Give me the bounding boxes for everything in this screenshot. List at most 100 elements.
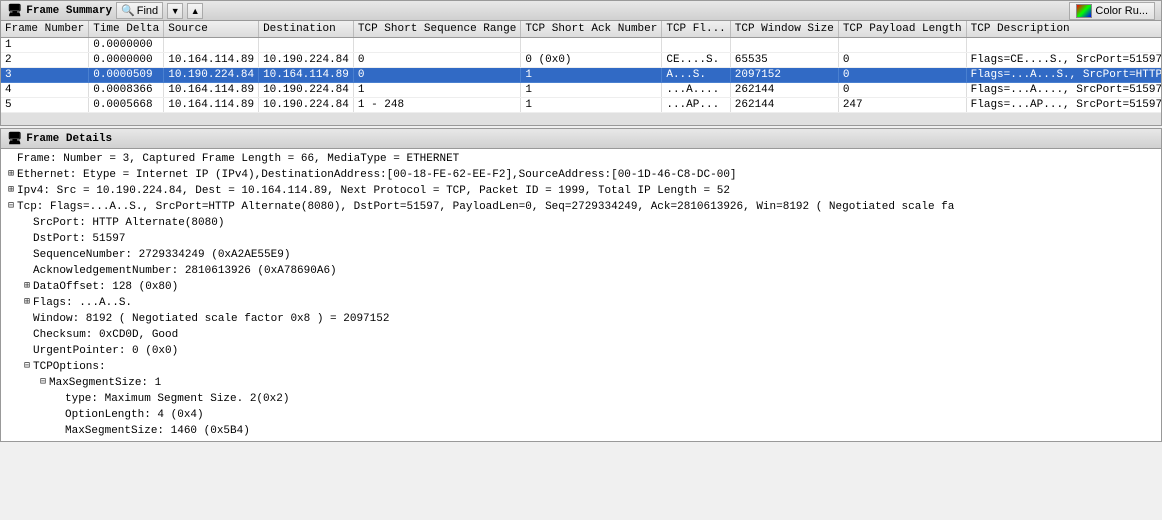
up-arrow-icon: ▲ bbox=[191, 6, 200, 16]
table-cell: 10.190.224.84 bbox=[259, 53, 354, 68]
detail-text: Ipv4: Src = 10.190.224.84, Dest = 10.164… bbox=[17, 183, 730, 199]
table-cell bbox=[730, 38, 838, 53]
table-cell: Flags=...A...S., SrcPort=HTTP Alternate(… bbox=[966, 68, 1161, 83]
table-cell: 0 (0x0) bbox=[521, 53, 662, 68]
detail-line: ⊞ Ipv4: Src = 10.190.224.84, Dest = 10.1… bbox=[5, 183, 1157, 199]
detail-line: Checksum: 0xCD0D, Good bbox=[5, 327, 1157, 343]
scroll-down-button[interactable]: ▼ bbox=[167, 3, 183, 19]
table-cell: 5 bbox=[1, 98, 89, 113]
table-cell: Flags=CE....S., SrcPort=51597, DstPort=H… bbox=[966, 53, 1161, 68]
expand-icon[interactable]: ⊞ bbox=[21, 279, 33, 295]
detail-line: SrcPort: HTTP Alternate(8080) bbox=[5, 215, 1157, 231]
detail-line: SequenceNumber: 2729334249 (0xA2AE55E9) bbox=[5, 247, 1157, 263]
table-cell: 4 bbox=[1, 83, 89, 98]
col-tcp-flags[interactable]: TCP Fl... bbox=[662, 21, 730, 38]
table-row[interactable]: 10.0000000 bbox=[1, 38, 1161, 53]
detail-line: ⊟ TCPOptions: bbox=[5, 359, 1157, 375]
indent-spacer bbox=[5, 423, 53, 439]
expand-icon[interactable]: ⊟ bbox=[21, 359, 33, 375]
frame-table-container[interactable]: Frame Number Time Delta Source Destinati… bbox=[1, 21, 1161, 113]
table-cell bbox=[353, 38, 520, 53]
table-cell: 10.164.114.89 bbox=[164, 83, 259, 98]
indent-spacer bbox=[5, 279, 21, 295]
table-row[interactable]: 50.000566810.164.114.8910.190.224.841 - … bbox=[1, 98, 1161, 113]
table-cell: 1 bbox=[521, 83, 662, 98]
table-cell: CE....S. bbox=[662, 53, 730, 68]
table-cell bbox=[662, 38, 730, 53]
indent-spacer bbox=[5, 375, 37, 391]
expand-icon[interactable]: ⊞ bbox=[5, 167, 17, 183]
table-cell: 65535 bbox=[730, 53, 838, 68]
table-cell: 247 bbox=[838, 98, 966, 113]
detail-line: type: Maximum Segment Size. 2(0x2) bbox=[5, 391, 1157, 407]
table-cell: 0 bbox=[838, 53, 966, 68]
horizontal-scrollbar[interactable] bbox=[1, 113, 1161, 125]
frame-table: Frame Number Time Delta Source Destinati… bbox=[1, 21, 1161, 113]
detail-text: OptionLength: 4 (0x4) bbox=[65, 407, 204, 423]
detail-text: Ethernet: Etype = Internet IP (IPv4),Des… bbox=[17, 167, 737, 183]
table-cell bbox=[259, 38, 354, 53]
col-frame-number[interactable]: Frame Number bbox=[1, 21, 89, 38]
table-row[interactable]: 30.000050910.190.224.8410.164.114.8901A.… bbox=[1, 68, 1161, 83]
indent-spacer bbox=[5, 343, 21, 359]
indent-spacer bbox=[5, 231, 21, 247]
detail-text: DstPort: 51597 bbox=[33, 231, 125, 247]
col-tcp-payload[interactable]: TCP Payload Length bbox=[838, 21, 966, 38]
col-time-delta[interactable]: Time Delta bbox=[89, 21, 164, 38]
detail-text: MaxSegmentSize: 1460 (0x5B4) bbox=[65, 423, 250, 439]
indent-spacer bbox=[5, 263, 21, 279]
table-cell: Flags=...A...., SrcPort=51597, DstPort=H… bbox=[966, 83, 1161, 98]
table-cell: 262144 bbox=[730, 98, 838, 113]
table-cell: Flags=...AP..., SrcPort=51597, DstPort=H… bbox=[966, 98, 1161, 113]
col-tcp-window[interactable]: TCP Window Size bbox=[730, 21, 838, 38]
detail-line: ⊞ Flags: ...A..S. bbox=[5, 295, 1157, 311]
detail-line: UrgentPointer: 0 (0x0) bbox=[5, 343, 1157, 359]
frame-details-container[interactable]: Frame: Number = 3, Captured Frame Length… bbox=[1, 149, 1161, 441]
frame-summary-toolbar: 🖥 Frame Summary 🔍 Find ▼ ▲ bbox=[7, 2, 203, 19]
indent-spacer bbox=[5, 359, 21, 375]
table-row[interactable]: 40.000836610.164.114.8910.190.224.8411..… bbox=[1, 83, 1161, 98]
frame-details-icon: 🖥 bbox=[7, 131, 22, 146]
detail-text: Tcp: Flags=...A..S., SrcPort=HTTP Altern… bbox=[17, 199, 954, 215]
detail-line: ⊞ Ethernet: Etype = Internet IP (IPv4),D… bbox=[5, 167, 1157, 183]
indent-spacer bbox=[5, 295, 21, 311]
expand-icon[interactable]: ⊟ bbox=[5, 199, 17, 215]
expand-icon[interactable]: ⊞ bbox=[5, 183, 17, 199]
detail-text: Window: 8192 ( Negotiated scale factor 0… bbox=[33, 311, 389, 327]
col-tcp-short-seq[interactable]: TCP Short Sequence Range bbox=[353, 21, 520, 38]
table-cell: A...S. bbox=[662, 68, 730, 83]
detail-text: MaxSegmentSize: 1 bbox=[49, 375, 161, 391]
find-icon: 🔍 bbox=[121, 4, 135, 17]
table-cell: 3 bbox=[1, 68, 89, 83]
color-rules-button[interactable]: Color Ru... bbox=[1069, 2, 1155, 20]
table-cell: ...A.... bbox=[662, 83, 730, 98]
detail-line: ⊟ MaxSegmentSize: 1 bbox=[5, 375, 1157, 391]
indent-spacer bbox=[5, 215, 21, 231]
expand-icon[interactable]: ⊞ bbox=[21, 295, 33, 311]
frame-details-header: 🖥 Frame Details bbox=[1, 129, 1161, 149]
detail-line: ⊞ DataOffset: 128 (0x80) bbox=[5, 279, 1157, 295]
detail-line: AcknowledgementNumber: 2810613926 (0xA78… bbox=[5, 263, 1157, 279]
find-button[interactable]: 🔍 Find bbox=[116, 2, 163, 19]
table-cell bbox=[966, 38, 1161, 53]
frame-summary-header: 🖥 Frame Summary 🔍 Find ▼ ▲ Color Ru... bbox=[1, 1, 1161, 21]
table-cell: 10.164.114.89 bbox=[259, 68, 354, 83]
table-cell: 0.0000509 bbox=[89, 68, 164, 83]
table-cell: 1 bbox=[521, 98, 662, 113]
table-cell: 2 bbox=[1, 53, 89, 68]
col-destination[interactable]: Destination bbox=[259, 21, 354, 38]
indent-spacer bbox=[5, 407, 53, 423]
col-tcp-desc[interactable]: TCP Description bbox=[966, 21, 1161, 38]
col-tcp-short-ack[interactable]: TCP Short Ack Number bbox=[521, 21, 662, 38]
panel-icon: 🖥 bbox=[7, 3, 22, 18]
table-cell: 10.190.224.84 bbox=[259, 98, 354, 113]
table-cell bbox=[838, 38, 966, 53]
frame-summary-title: Frame Summary bbox=[26, 5, 112, 17]
scroll-up-button[interactable]: ▲ bbox=[187, 3, 203, 19]
detail-text: Flags: ...A..S. bbox=[33, 295, 132, 311]
col-source[interactable]: Source bbox=[164, 21, 259, 38]
table-row[interactable]: 20.000000010.164.114.8910.190.224.8400 (… bbox=[1, 53, 1161, 68]
table-cell: 10.164.114.89 bbox=[164, 53, 259, 68]
down-arrow-icon: ▼ bbox=[171, 6, 180, 16]
expand-icon[interactable]: ⊟ bbox=[37, 375, 49, 391]
